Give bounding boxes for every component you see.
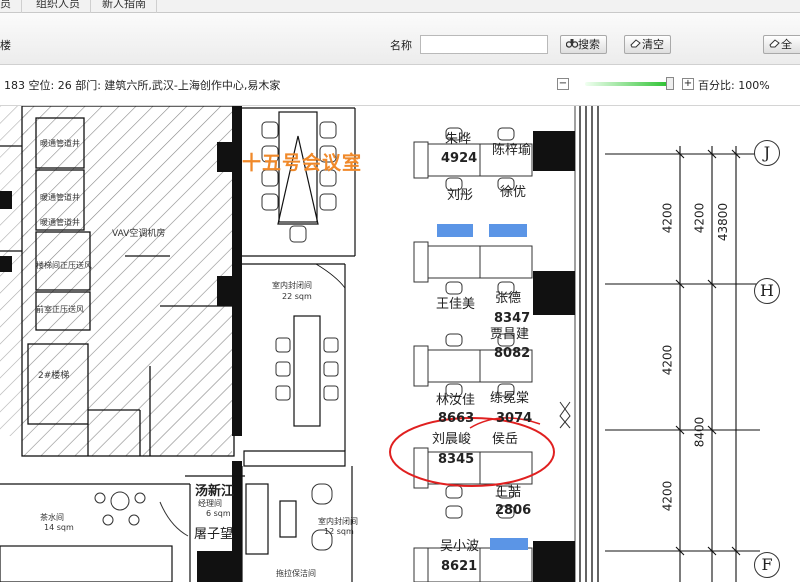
clear-all-button[interactable]: 全	[763, 35, 800, 54]
extension-liu-chenjun: 8345	[438, 452, 475, 467]
tab-staff[interactable]: 员	[0, 0, 22, 13]
extension-wu: 8621	[441, 559, 478, 574]
conference-room-title: 十五号会议室	[242, 152, 363, 174]
occupant-zhu[interactable]: 朱晔	[445, 133, 471, 146]
eraser-icon	[629, 36, 642, 53]
floor-name: 楼	[0, 39, 11, 52]
dimension-4200-c: 4200	[660, 344, 675, 376]
floor-plan-drawing	[0, 106, 760, 582]
search-button[interactable]: 搜索	[560, 35, 607, 54]
search-toolbar: 楼 名称 搜索 清空 全	[0, 13, 800, 65]
room-label-front-pressure: 前室正压送风	[36, 305, 84, 314]
eraser-icon	[768, 36, 781, 53]
occupant-hou[interactable]: 侯岳	[492, 433, 518, 446]
hatched-core-area	[22, 106, 232, 456]
occupant-tu[interactable]: 屠子望	[194, 528, 233, 541]
grid-marker-h: H	[754, 278, 780, 304]
tab-strip: 员 组织人员 新人指南	[0, 0, 800, 13]
occupant-liu-tong[interactable]: 刘彤	[447, 189, 473, 202]
dimension-4200-a: 4200	[660, 202, 675, 234]
extension-lin: 8663	[438, 411, 475, 426]
floor-plan-app: 员 组织人员 新人指南 楼 名称 搜索 清空 全 183 空位: 26 部门: …	[0, 0, 800, 582]
dimension-4200-d: 4200	[660, 480, 675, 512]
seat-summary: 183 空位: 26 部门: 建筑六所,武汉-上海创作中心,易木家	[4, 79, 281, 92]
tab-org-people[interactable]: 组织人员	[26, 0, 91, 13]
grid-marker-f: F	[754, 552, 780, 578]
tab-newcomer-guide[interactable]: 新人指南	[92, 0, 157, 13]
room-label-shaft-1: 暖通管道井	[40, 139, 80, 148]
room-label-manager: 经理间	[198, 499, 222, 508]
room-label-tea: 茶水间	[40, 513, 64, 522]
extension-zhu: 4924	[441, 151, 478, 166]
zoom-slider[interactable]	[585, 82, 670, 86]
room-label-shaft-3: 暖通管道井	[40, 218, 80, 227]
room-label-shaft-2: 暖通管道井	[40, 193, 80, 202]
zoom-out-button[interactable]: −	[557, 78, 569, 90]
dimension-8400: 8400	[692, 416, 707, 448]
occupant-wang-jiamei[interactable]: 王佳美	[436, 298, 475, 311]
occupant-lian[interactable]: 练冕棠	[490, 392, 529, 405]
occupant-lin[interactable]: 林汝佳	[436, 394, 475, 407]
search-input[interactable]	[420, 35, 548, 54]
zoom-slider-thumb[interactable]	[666, 77, 674, 90]
name-label: 名称	[390, 39, 412, 52]
info-bar: 183 空位: 26 部门: 建筑六所,武汉-上海创作中心,易木家 − + 百分…	[0, 66, 800, 106]
extension-jia: 8082	[494, 346, 531, 361]
room-label-tea-size: 14 sqm	[44, 523, 74, 532]
room-label-manager-size: 6 sqm	[206, 509, 231, 518]
search-button-label: 搜索	[578, 38, 600, 51]
zoom-in-button[interactable]: +	[682, 78, 694, 90]
occupant-wang-zhe[interactable]: 王喆	[495, 486, 521, 499]
binoculars-icon	[565, 36, 578, 53]
room-label-meeting-lower: 室内封闭间	[318, 517, 358, 526]
clear-button[interactable]: 清空	[624, 35, 671, 54]
occupant-jia[interactable]: 贾昌建	[490, 328, 529, 341]
grid-marker-j: J	[754, 140, 780, 166]
dimension-43800: 43800	[716, 202, 731, 242]
zoom-percent-label: 百分比: 100%	[698, 79, 770, 92]
occupant-xu[interactable]: 徐优	[500, 186, 526, 199]
room-label-meeting-small: 室内封闭间	[272, 281, 312, 290]
room-label-stair-pressure: 楼梯间正压送风	[36, 261, 92, 270]
extension-zhang: 8347	[494, 311, 531, 326]
room-label-stair-2: 2#楼梯	[38, 371, 70, 381]
extension-wang-zhe: 2806	[495, 503, 532, 518]
room-label-vav: VAV空调机房	[112, 229, 166, 239]
clear-button-label: 清空	[642, 38, 664, 51]
clear-all-button-label: 全	[781, 38, 792, 51]
dimension-4200-b: 4200	[692, 202, 707, 234]
room-label-mop: 拖拉保洁间	[276, 569, 316, 578]
extension-lian: 3074	[496, 411, 533, 426]
occupant-chen[interactable]: 陈梓瑜	[492, 144, 531, 157]
floor-plan-canvas[interactable]: 十五号会议室 暖通管道井 暖通管道井 暖通管道井 VAV空调机房 楼梯间正压送风…	[0, 106, 800, 582]
room-label-meeting-lower-size: 12 sqm	[324, 527, 354, 536]
occupant-wu[interactable]: 吴小波	[440, 540, 479, 553]
occupant-liu-chenjun[interactable]: 刘晨峻	[432, 433, 471, 446]
occupant-zhang[interactable]: 张德	[495, 292, 521, 305]
room-label-meeting-small-size: 22 sqm	[282, 292, 312, 301]
occupant-tang[interactable]: 汤新江	[195, 485, 234, 498]
